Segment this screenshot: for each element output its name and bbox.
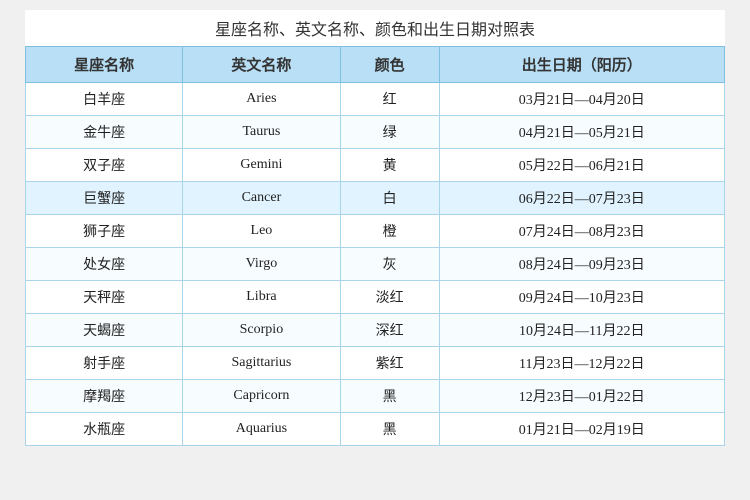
- header-chinese-name: 星座名称: [26, 47, 183, 83]
- cell-dates: 07月24日—08月23日: [439, 215, 724, 248]
- cell-dates: 09月24日—10月23日: [439, 281, 724, 314]
- table-row: 天蝎座Scorpio深红10月24日—11月22日: [26, 314, 725, 347]
- zodiac-table: 星座名称 英文名称 颜色 出生日期（阳历） 白羊座Aries红03月21日—04…: [25, 46, 725, 446]
- cell-chinese: 射手座: [26, 347, 183, 380]
- cell-english: Aries: [183, 83, 340, 116]
- table-row: 处女座Virgo灰08月24日—09月23日: [26, 248, 725, 281]
- main-container: 星座名称、英文名称、颜色和出生日期对照表 星座名称 英文名称 颜色 出生日期（阳…: [25, 10, 725, 446]
- cell-chinese: 天秤座: [26, 281, 183, 314]
- table-row: 金牛座Taurus绿04月21日—05月21日: [26, 116, 725, 149]
- cell-color: 红: [340, 83, 439, 116]
- cell-color: 灰: [340, 248, 439, 281]
- cell-color: 绿: [340, 116, 439, 149]
- cell-chinese: 白羊座: [26, 83, 183, 116]
- cell-chinese: 巨蟹座: [26, 182, 183, 215]
- table-row: 白羊座Aries红03月21日—04月20日: [26, 83, 725, 116]
- cell-color: 白: [340, 182, 439, 215]
- cell-dates: 10月24日—11月22日: [439, 314, 724, 347]
- cell-chinese: 摩羯座: [26, 380, 183, 413]
- table-header-row: 星座名称 英文名称 颜色 出生日期（阳历）: [26, 47, 725, 83]
- cell-chinese: 金牛座: [26, 116, 183, 149]
- cell-english: Libra: [183, 281, 340, 314]
- cell-english: Cancer: [183, 182, 340, 215]
- table-row: 巨蟹座Cancer白06月22日—07月23日: [26, 182, 725, 215]
- cell-color: 橙: [340, 215, 439, 248]
- table-row: 天秤座Libra淡红09月24日—10月23日: [26, 281, 725, 314]
- cell-chinese: 水瓶座: [26, 413, 183, 446]
- cell-dates: 08月24日—09月23日: [439, 248, 724, 281]
- cell-dates: 12月23日—01月22日: [439, 380, 724, 413]
- cell-english: Sagittarius: [183, 347, 340, 380]
- cell-dates: 11月23日—12月22日: [439, 347, 724, 380]
- header-color: 颜色: [340, 47, 439, 83]
- cell-english: Scorpio: [183, 314, 340, 347]
- cell-color: 紫红: [340, 347, 439, 380]
- cell-dates: 01月21日—02月19日: [439, 413, 724, 446]
- cell-english: Taurus: [183, 116, 340, 149]
- cell-color: 黄: [340, 149, 439, 182]
- cell-english: Leo: [183, 215, 340, 248]
- cell-english: Aquarius: [183, 413, 340, 446]
- table-row: 双子座Gemini黄05月22日—06月21日: [26, 149, 725, 182]
- cell-chinese: 处女座: [26, 248, 183, 281]
- cell-dates: 06月22日—07月23日: [439, 182, 724, 215]
- header-english-name: 英文名称: [183, 47, 340, 83]
- cell-dates: 03月21日—04月20日: [439, 83, 724, 116]
- table-row: 狮子座Leo橙07月24日—08月23日: [26, 215, 725, 248]
- cell-color: 黑: [340, 413, 439, 446]
- cell-color: 黑: [340, 380, 439, 413]
- table-row: 射手座Sagittarius紫红11月23日—12月22日: [26, 347, 725, 380]
- header-dates: 出生日期（阳历）: [439, 47, 724, 83]
- cell-chinese: 双子座: [26, 149, 183, 182]
- table-row: 水瓶座Aquarius黑01月21日—02月19日: [26, 413, 725, 446]
- page-title: 星座名称、英文名称、颜色和出生日期对照表: [25, 10, 725, 46]
- cell-chinese: 天蝎座: [26, 314, 183, 347]
- cell-english: Virgo: [183, 248, 340, 281]
- cell-color: 深红: [340, 314, 439, 347]
- cell-chinese: 狮子座: [26, 215, 183, 248]
- table-row: 摩羯座Capricorn黑12月23日—01月22日: [26, 380, 725, 413]
- cell-english: Gemini: [183, 149, 340, 182]
- cell-dates: 05月22日—06月21日: [439, 149, 724, 182]
- cell-dates: 04月21日—05月21日: [439, 116, 724, 149]
- cell-english: Capricorn: [183, 380, 340, 413]
- cell-color: 淡红: [340, 281, 439, 314]
